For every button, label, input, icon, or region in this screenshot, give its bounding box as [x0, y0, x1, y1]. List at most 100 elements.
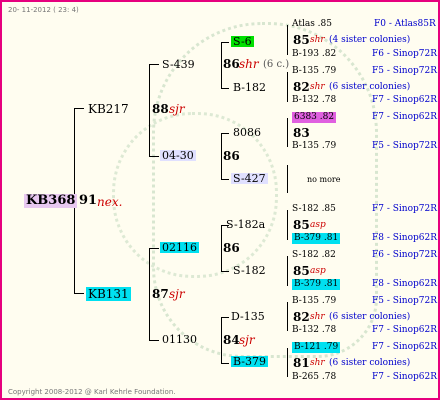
connector [149, 64, 150, 156]
gen3-year: 84 [223, 333, 240, 347]
gen5-annotation: shr [310, 312, 325, 322]
gen5-line[interactable]: B-379 .81 [292, 279, 341, 290]
queen-id[interactable]: KB368 [24, 194, 78, 208]
connector [74, 108, 84, 109]
gen5-line[interactable]: B-135 .79 [292, 141, 336, 152]
mother-annotation: sjr [169, 102, 185, 116]
connector [149, 248, 159, 249]
father-annotation: sjr [169, 287, 185, 301]
connector [221, 363, 229, 364]
gen4-id[interactable]: 8086 [233, 127, 261, 138]
queen-year: 91 [79, 193, 98, 208]
gen3-extra: (6 c.) [263, 59, 290, 70]
connector [287, 72, 288, 102]
connector [149, 248, 150, 340]
connector [287, 165, 288, 193]
gen5-line[interactable]: B-379 .81 [292, 233, 341, 244]
gen5-year: 82 [293, 310, 310, 324]
gen4-id[interactable]: B-182 [233, 82, 266, 93]
gen3-year: 86 [223, 241, 240, 255]
gen5-origin: F5 - Sinop72R [372, 141, 437, 151]
gen5-year: 81 [293, 356, 310, 370]
gen5-note: (4 sister colonies) [329, 35, 411, 45]
gen4-id[interactable]: B-379 [231, 356, 268, 367]
connector [149, 156, 159, 157]
connector [149, 340, 159, 341]
gen5-line[interactable]: B-132 .78 [292, 325, 336, 336]
connector [149, 64, 159, 65]
connector [287, 25, 288, 55]
connector [287, 302, 288, 331]
queen-annotation: nex. [97, 195, 123, 209]
copyright-footer: Copyright 2008-2012 @ Karl Kehrle Founda… [8, 388, 176, 396]
gen3-id[interactable]: 04-30 [160, 150, 196, 161]
father-year: 87 [152, 287, 169, 301]
gen3-year: 86 [223, 57, 240, 71]
gen5-annotation: shr [310, 35, 325, 45]
gen5-note: (6 sister colonies) [329, 312, 411, 322]
connector [221, 317, 229, 318]
gen5-origin: F5 - Sinop72R [372, 296, 437, 306]
gen5-line[interactable]: B-121 .79 [292, 342, 341, 353]
gen3-year: 86 [223, 149, 240, 163]
gen3-id[interactable]: 02116 [160, 242, 199, 253]
gen5-line[interactable]: B-135 .79 [292, 66, 336, 77]
gen5-origin: F6 - Sinop72R [372, 49, 437, 59]
connector [287, 348, 288, 377]
gen4-id[interactable]: S-182 [233, 265, 266, 276]
gen5-note: (6 sister colonies) [329, 358, 411, 368]
gen5-line[interactable]: B-135 .79 [292, 296, 336, 307]
no-more-note: no more [307, 175, 341, 184]
gen5-note: (6 sister colonies) [329, 82, 411, 92]
gen5-line[interactable]: B-265 .78 [292, 372, 336, 383]
gen5-origin: F7 - Sinop62R [372, 95, 437, 105]
date-stamp: 20- 11-2012 ( 23: 4) [8, 6, 79, 14]
connector [221, 225, 222, 271]
gen5-annotation: shr [310, 358, 325, 368]
gen5-origin: F5 - Sinop72R [372, 66, 437, 76]
gen4-id[interactable]: S-6 [231, 36, 254, 47]
gen5-origin: F7 - Sinop62R [372, 342, 437, 352]
gen5-line[interactable]: B-132 .78 [292, 95, 336, 106]
connector [221, 133, 222, 179]
gen3-annotation: sjr [239, 333, 255, 347]
gen5-year: 85 [293, 218, 310, 232]
gen5-year: 82 [293, 80, 310, 94]
gen3-id[interactable]: 01130 [162, 334, 197, 345]
connector [221, 42, 229, 43]
connector [221, 42, 222, 88]
gen5-line[interactable]: S-182 .82 [292, 250, 336, 261]
gen5-origin: F8 - Sinop62R [372, 279, 437, 289]
mother-year: 88 [152, 102, 169, 116]
connector [74, 293, 84, 294]
gen5-line[interactable]: S-182 .85 [292, 204, 336, 215]
gen4-id[interactable]: S-182a [226, 219, 265, 230]
gen5-origin: F7 - Sinop62R [372, 325, 437, 335]
connector [287, 210, 288, 240]
gen4-id[interactable]: D-135 [231, 311, 265, 322]
gen5-origin: F7 - Sinop72R [372, 204, 437, 214]
gen4-id[interactable]: S-427 [231, 173, 268, 184]
gen5-line[interactable]: Atlas .85 [292, 19, 332, 30]
gen5-origin: F0 - Atlas85R [374, 19, 436, 29]
connector [221, 271, 229, 272]
gen5-year: 83 [293, 126, 310, 140]
connector [221, 88, 229, 89]
mother-id[interactable]: KB217 [88, 102, 129, 116]
gen5-origin: F7 - Sinop62R [372, 372, 437, 382]
father-id[interactable]: KB131 [86, 287, 131, 301]
gen5-year: 85 [293, 264, 310, 278]
gen3-id[interactable]: S-439 [162, 59, 195, 70]
connector [221, 133, 229, 134]
gen5-line[interactable]: 6383 .82 [292, 112, 337, 123]
gen3-annotation: shr [239, 57, 259, 71]
connector [221, 179, 229, 180]
gen5-line[interactable]: B-193 .82 [292, 49, 336, 60]
connector [287, 256, 288, 286]
gen5-annotation: asp [310, 266, 326, 276]
gen5-annotation: asp [310, 220, 326, 230]
gen5-origin: F8 - Sinop62R [372, 233, 437, 243]
gen5-origin: F6 - Sinop72R [372, 250, 437, 260]
connector [287, 118, 288, 147]
gen5-year: 85 [293, 33, 310, 47]
